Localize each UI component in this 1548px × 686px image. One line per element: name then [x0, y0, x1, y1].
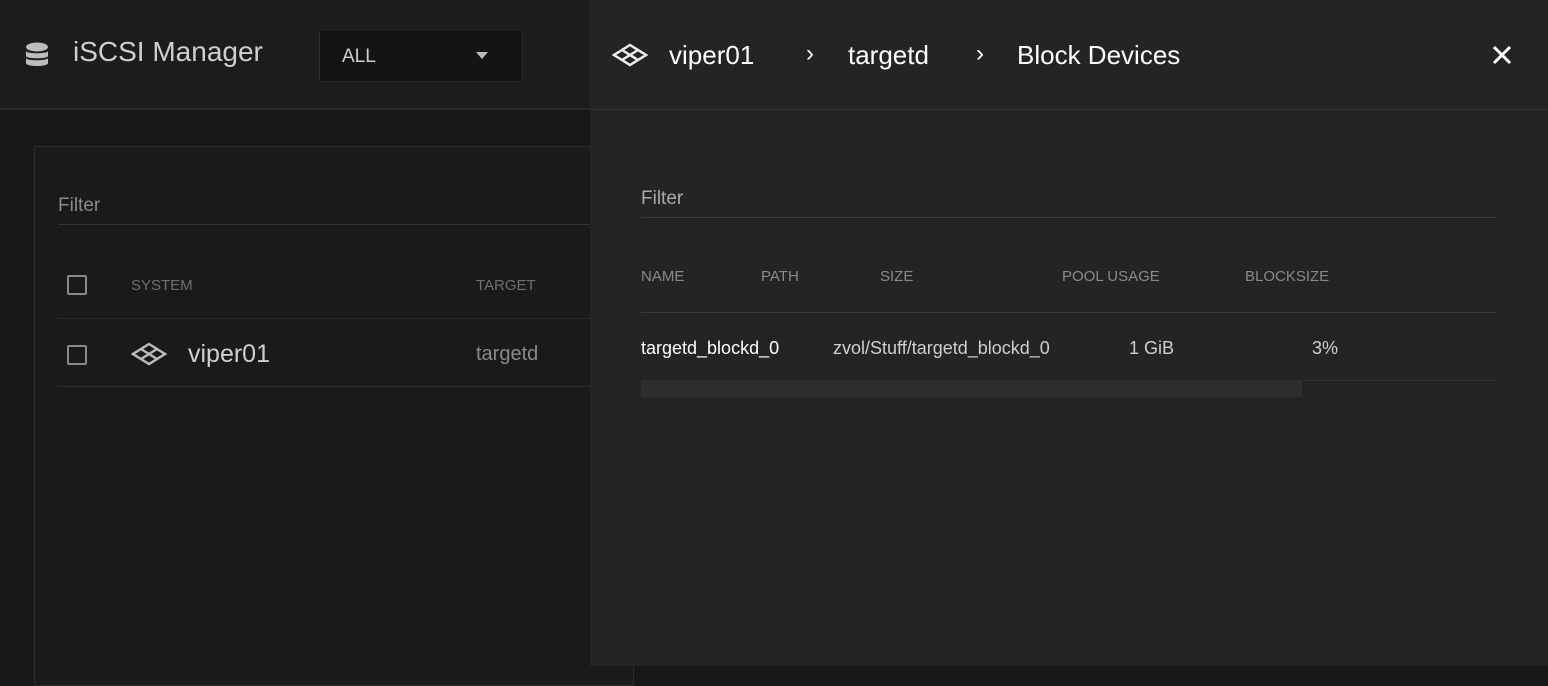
system-name[interactable]: viper01	[188, 340, 270, 369]
divider	[58, 224, 598, 225]
system-select-value: ALL	[342, 46, 376, 67]
app-title: iSCSI Manager	[73, 36, 263, 67]
column-header-system: SYSTEM	[131, 277, 193, 294]
system-select[interactable]: ALL	[319, 29, 523, 82]
select-all-checkbox[interactable]	[67, 275, 87, 295]
panel-header: viper01 › targetd › Block Devices	[590, 0, 1548, 110]
column-header-path: PATH	[761, 268, 799, 285]
column-header-blocksize: BLOCKSIZE	[1245, 268, 1330, 285]
device-pool-usage: 3%	[1312, 338, 1339, 358]
device-name: targetd_blockd_0	[641, 338, 780, 358]
divider	[641, 217, 1496, 218]
device-size: 1 GiB	[1129, 338, 1175, 358]
chevron-right-icon: ›	[806, 40, 814, 67]
chevron-right-icon: ›	[976, 40, 984, 67]
filter-input[interactable]: Filter	[58, 195, 100, 217]
device-path: zvol/Stuff/targetd_blockd_0	[833, 338, 1050, 358]
column-header-size: SIZE	[880, 268, 914, 285]
server-grid-icon	[612, 43, 648, 67]
table-row[interactable]: viper01 targetd	[58, 319, 598, 387]
breadcrumb-system[interactable]: viper01	[669, 40, 754, 71]
breadcrumb-current: Block Devices	[1017, 40, 1181, 70]
column-header-target: TARGET	[476, 277, 536, 294]
target-name: targetd	[476, 343, 539, 365]
caret-down-icon	[476, 52, 488, 59]
top-bar: iSCSI Manager ALL	[0, 0, 590, 110]
column-header-name: NAME	[641, 268, 685, 285]
column-header-pool-usage: POOL USAGE	[1062, 268, 1160, 285]
breadcrumb-target[interactable]: targetd	[848, 40, 929, 71]
systems-card	[34, 146, 634, 686]
horizontal-scrollbar[interactable]	[641, 381, 1302, 397]
filter-input[interactable]: Filter	[641, 188, 683, 210]
row-checkbox[interactable]	[67, 345, 87, 365]
database-icon	[26, 42, 48, 66]
server-grid-icon	[131, 342, 167, 366]
close-icon[interactable]	[1491, 44, 1513, 66]
table-row[interactable]: targetd_blockd_0 zvol/Stuff/targetd_bloc…	[590, 313, 1548, 380]
block-devices-panel: viper01 › targetd › Block Devices Filter…	[590, 0, 1548, 666]
